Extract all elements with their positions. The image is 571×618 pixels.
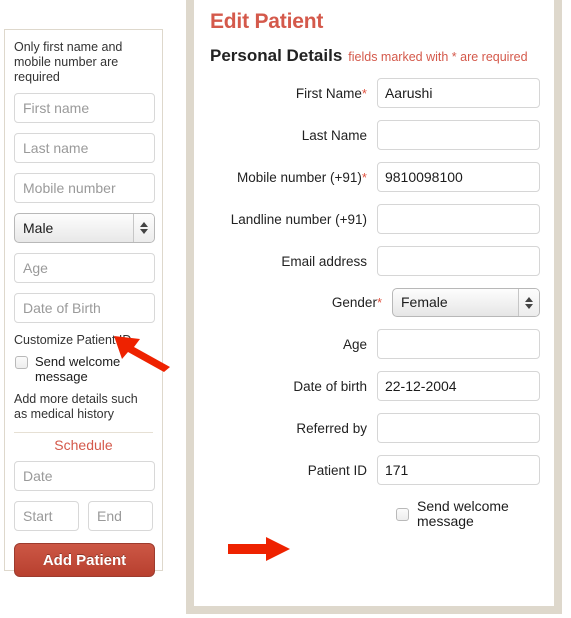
sidebar-date-of-birth-input[interactable]: Date of Birth (14, 293, 155, 323)
label-last-name: Last Name (208, 128, 377, 143)
sidebar-divider (14, 432, 153, 433)
form-row-landline-number: Landline number (+91) (208, 204, 540, 234)
form-row-last-name: Last Name (208, 120, 540, 150)
sidebar-gender-value: Male (23, 220, 54, 236)
sidebar-gender-select[interactable]: Male (14, 213, 155, 243)
label-text-referred-by: Referred by (296, 420, 367, 436)
required-asterisk-first-name: * (361, 85, 367, 101)
form-row-gender: Gender* Female (208, 288, 540, 317)
label-text-landline-number: Landline number (+91) (230, 211, 367, 227)
label-age: Age (208, 337, 377, 352)
form-row-email-address: Email address (208, 246, 540, 276)
label-mobile-number: Mobile number (+91)* (208, 170, 377, 185)
label-text-mobile-number: Mobile number (+91) (236, 169, 362, 185)
form-row-first-name: First Name* Aarushi (208, 78, 540, 108)
section-required-note: fields marked with * are required (348, 50, 528, 64)
label-first-name: First Name* (208, 86, 377, 101)
add-more-details-link[interactable]: Add more details such as medical history (14, 392, 153, 422)
label-text-first-name: First Name (295, 85, 362, 101)
sidebar-last-name-input[interactable]: Last name (14, 133, 155, 163)
edit-patient-panel: Edit Patient Personal Details fields mar… (186, 0, 562, 614)
input-referred-by[interactable] (376, 413, 540, 443)
label-email-address: Email address (208, 254, 377, 269)
input-landline-number[interactable] (376, 204, 540, 234)
label-date-of-birth: Date of birth (208, 379, 377, 394)
send-welcome-message-checkbox[interactable] (396, 507, 409, 521)
patient-form: First Name* Aarushi Last Name Mobile number… (208, 78, 540, 485)
sidebar-send-welcome-message-label: Send welcome message (35, 354, 121, 384)
label-patient-id: Patient ID (208, 463, 377, 478)
form-row-date-of-birth: Date of birth 22-12-2004 (208, 371, 540, 401)
form-row-mobile-number: Mobile number (+91)* 9810098100 (208, 162, 540, 192)
schedule-start-input[interactable]: Start (14, 501, 79, 531)
select-value-gender: Female (401, 294, 448, 310)
form-row-patient-id: Patient ID 171 (208, 455, 540, 485)
select-stepper-icon[interactable] (133, 214, 154, 242)
sidebar-send-welcome-message-row[interactable]: Send welcome message (14, 354, 153, 384)
input-mobile-number[interactable]: 9810098100 (376, 162, 540, 192)
label-text-gender: Gender (331, 295, 377, 310)
send-welcome-message-label: Send welcome message (417, 498, 509, 529)
label-referred-by: Referred by (208, 421, 377, 436)
add-patient-button[interactable]: Add Patient (14, 543, 155, 577)
sidebar-send-welcome-message-checkbox[interactable] (15, 356, 28, 369)
add-patient-sidebar: Only first name and mobile number are re… (4, 29, 163, 577)
input-age[interactable] (376, 329, 540, 359)
input-patient-id[interactable]: 171 (376, 455, 540, 485)
schedule-time-row: Start End (14, 501, 153, 531)
required-asterisk-gender: * (376, 295, 382, 310)
select-stepper-icon[interactable] (518, 289, 539, 316)
sidebar-mobile-number-input[interactable]: Mobile number (14, 173, 155, 203)
input-date-of-birth[interactable]: 22-12-2004 (376, 371, 540, 401)
label-text-patient-id: Patient ID (307, 462, 367, 478)
input-last-name[interactable] (376, 120, 540, 150)
form-row-age: Age (208, 329, 540, 359)
required-asterisk-mobile-number: * (361, 169, 367, 185)
label-text-last-name: Last Name (301, 127, 367, 143)
label-gender: Gender* (222, 295, 392, 310)
send-welcome-message-row[interactable]: Send welcome message (396, 499, 540, 529)
form-row-referred-by: Referred by (208, 413, 540, 443)
input-first-name[interactable]: Aarushi (376, 78, 540, 108)
label-text-email-address: Email address (281, 253, 367, 269)
schedule-date-input[interactable]: Date (14, 461, 155, 491)
label-text-date-of-birth: Date of birth (293, 378, 367, 394)
schedule-heading: Schedule (54, 437, 113, 453)
label-landline-number: Landline number (+91) (208, 212, 377, 227)
customize-patient-id-link[interactable]: Customize Patient ID (14, 333, 153, 348)
label-text-age: Age (342, 336, 367, 352)
schedule-end-input[interactable]: End (88, 501, 153, 531)
input-email-address[interactable] (376, 246, 540, 276)
sidebar-hint-text: Only first name and mobile number are re… (14, 40, 123, 84)
sidebar-age-input[interactable]: Age (14, 253, 155, 283)
page-title: Edit Patient (210, 10, 324, 33)
section-title: Personal Details (210, 46, 343, 65)
sidebar-first-name-input[interactable]: First name (14, 93, 155, 123)
section-header: Personal Details fields marked with * ar… (210, 46, 540, 66)
select-gender[interactable]: Female (392, 288, 540, 317)
screen: Only first name and mobile number are re… (0, 0, 571, 618)
